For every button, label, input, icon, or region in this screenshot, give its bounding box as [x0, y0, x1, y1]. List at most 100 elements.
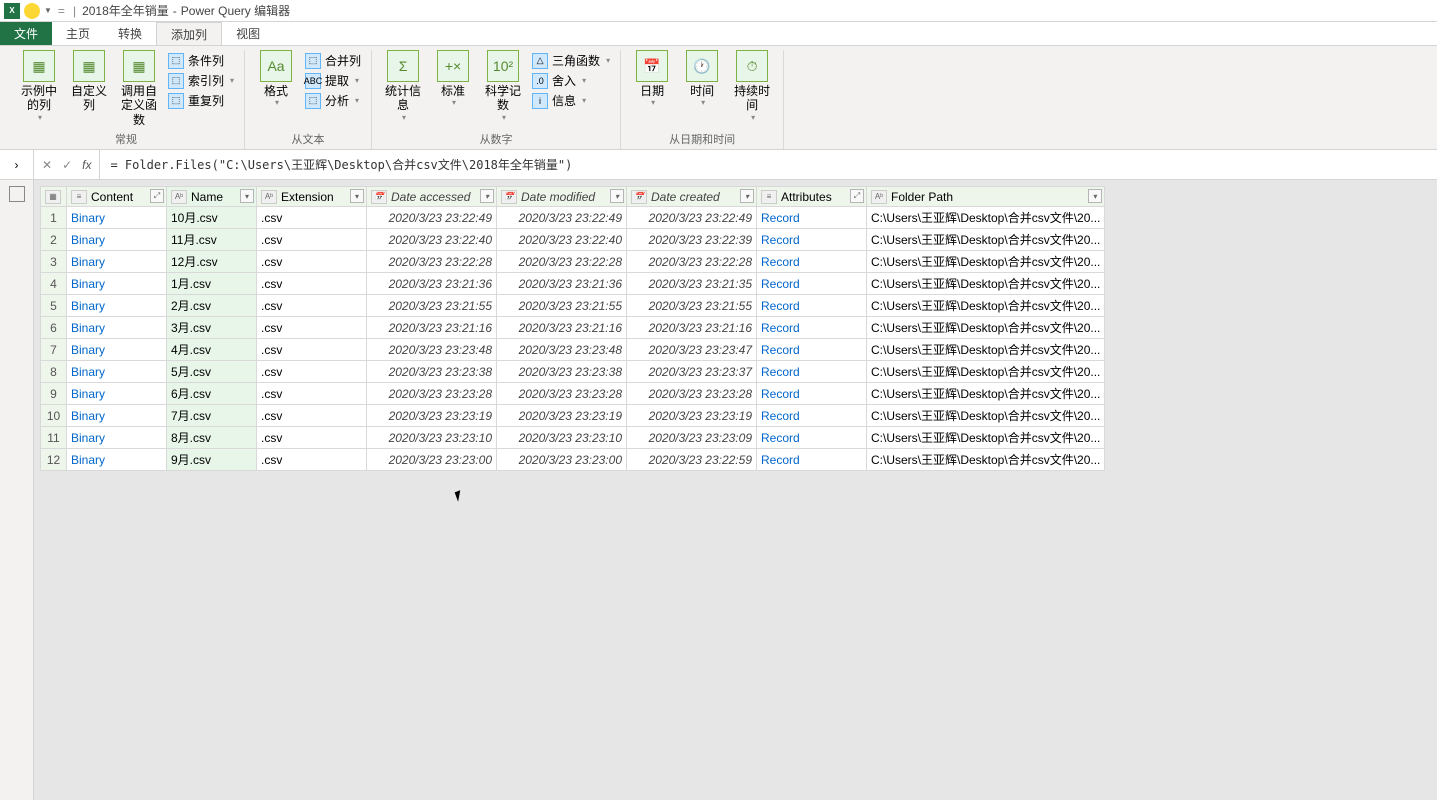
row-number[interactable]: 11 [41, 427, 67, 449]
row-number[interactable]: 9 [41, 383, 67, 405]
row-number[interactable]: 8 [41, 361, 67, 383]
cell-content[interactable]: Binary [67, 251, 167, 273]
qat-dropdown-icon[interactable]: ▼ [44, 6, 52, 15]
invoke-function-button[interactable]: ▦调用自定义函数 [118, 50, 160, 127]
cell-folder-path[interactable]: C:\Users\王亚辉\Desktop\合并csv文件\20... [867, 295, 1105, 317]
cell-date-created[interactable]: 2020/3/23 23:22:49 [627, 207, 757, 229]
cell-folder-path[interactable]: C:\Users\王亚辉\Desktop\合并csv文件\20... [867, 339, 1105, 361]
cell-folder-path[interactable]: C:\Users\王亚辉\Desktop\合并csv文件\20... [867, 405, 1105, 427]
cell-date-modified[interactable]: 2020/3/23 23:23:19 [497, 405, 627, 427]
from-examples-button[interactable]: ▦示例中的列▾ [18, 50, 60, 122]
cell-attributes[interactable]: Record [757, 339, 867, 361]
cell-date-accessed[interactable]: 2020/3/23 23:21:36 [367, 273, 497, 295]
cell-extension[interactable]: .csv [257, 251, 367, 273]
query-settings-icon[interactable] [9, 186, 25, 202]
cell-date-accessed[interactable]: 2020/3/23 23:23:48 [367, 339, 497, 361]
formula-cancel-icon[interactable]: ✕ [42, 158, 52, 172]
table-row[interactable]: 2Binary11月.csv.csv2020/3/23 23:22:402020… [41, 229, 1105, 251]
cell-date-modified[interactable]: 2020/3/23 23:23:48 [497, 339, 627, 361]
duration-button[interactable]: ⏱持续时间▾ [731, 50, 773, 122]
table-row[interactable]: 11Binary8月.csv.csv2020/3/23 23:23:102020… [41, 427, 1105, 449]
cell-extension[interactable]: .csv [257, 427, 367, 449]
cell-date-created[interactable]: 2020/3/23 23:23:28 [627, 383, 757, 405]
cell-folder-path[interactable]: C:\Users\王亚辉\Desktop\合并csv文件\20... [867, 383, 1105, 405]
col-content[interactable]: ≡Content⤢ [67, 187, 167, 207]
time-button[interactable]: 🕐时间▾ [681, 50, 723, 108]
cell-content[interactable]: Binary [67, 405, 167, 427]
row-number[interactable]: 6 [41, 317, 67, 339]
cell-date-accessed[interactable]: 2020/3/23 23:23:19 [367, 405, 497, 427]
cell-attributes[interactable]: Record [757, 317, 867, 339]
cell-content[interactable]: Binary [67, 273, 167, 295]
cell-date-created[interactable]: 2020/3/23 23:23:09 [627, 427, 757, 449]
cell-attributes[interactable]: Record [757, 273, 867, 295]
cell-name[interactable]: 1月.csv [167, 273, 257, 295]
cell-content[interactable]: Binary [67, 449, 167, 471]
cell-date-modified[interactable]: 2020/3/23 23:22:40 [497, 229, 627, 251]
cell-date-modified[interactable]: 2020/3/23 23:23:38 [497, 361, 627, 383]
cell-folder-path[interactable]: C:\Users\王亚辉\Desktop\合并csv文件\20... [867, 317, 1105, 339]
tab-transform[interactable]: 转换 [104, 22, 156, 45]
parse-button[interactable]: ⬚分析▾ [305, 92, 361, 109]
cell-date-created[interactable]: 2020/3/23 23:23:47 [627, 339, 757, 361]
cell-folder-path[interactable]: C:\Users\王亚辉\Desktop\合并csv文件\20... [867, 207, 1105, 229]
cell-date-modified[interactable]: 2020/3/23 23:23:00 [497, 449, 627, 471]
cell-name[interactable]: 10月.csv [167, 207, 257, 229]
row-number[interactable]: 5 [41, 295, 67, 317]
col-folder-path[interactable]: AᵇFolder Path▾ [867, 187, 1105, 207]
table-row[interactable]: 3Binary12月.csv.csv2020/3/23 23:22:282020… [41, 251, 1105, 273]
col-date-created[interactable]: 📅Date created▾ [627, 187, 757, 207]
rounding-button[interactable]: .0舍入▾ [532, 72, 610, 89]
col-date-modified[interactable]: 📅Date modified▾ [497, 187, 627, 207]
col-attributes[interactable]: ≡Attributes⤢ [757, 187, 867, 207]
cell-name[interactable]: 7月.csv [167, 405, 257, 427]
cell-name[interactable]: 5月.csv [167, 361, 257, 383]
tab-home[interactable]: 主页 [52, 22, 104, 45]
cell-content[interactable]: Binary [67, 361, 167, 383]
cell-extension[interactable]: .csv [257, 339, 367, 361]
table-row[interactable]: 5Binary2月.csv.csv2020/3/23 23:21:552020/… [41, 295, 1105, 317]
data-grid[interactable]: ▦ ≡Content⤢ AᵇName▾ AᵇExtension▾ 📅Date a… [34, 180, 1437, 800]
cell-content[interactable]: Binary [67, 207, 167, 229]
cell-content[interactable]: Binary [67, 383, 167, 405]
cell-attributes[interactable]: Record [757, 405, 867, 427]
cell-attributes[interactable]: Record [757, 361, 867, 383]
custom-column-button[interactable]: ▦自定义列 [68, 50, 110, 113]
cell-attributes[interactable]: Record [757, 449, 867, 471]
cell-content[interactable]: Binary [67, 295, 167, 317]
format-button[interactable]: Aa格式▾ [255, 50, 297, 108]
table-row[interactable]: 9Binary6月.csv.csv2020/3/23 23:23:282020/… [41, 383, 1105, 405]
cell-date-accessed[interactable]: 2020/3/23 23:22:28 [367, 251, 497, 273]
col-extension[interactable]: AᵇExtension▾ [257, 187, 367, 207]
cell-name[interactable]: 9月.csv [167, 449, 257, 471]
table-row[interactable]: 7Binary4月.csv.csv2020/3/23 23:23:482020/… [41, 339, 1105, 361]
merge-columns-button[interactable]: ⬚合并列 [305, 52, 361, 69]
cell-date-accessed[interactable]: 2020/3/23 23:21:16 [367, 317, 497, 339]
extract-button[interactable]: ABC提取▾ [305, 72, 361, 89]
cell-content[interactable]: Binary [67, 229, 167, 251]
filter-icon[interactable]: ▾ [740, 189, 754, 203]
cell-extension[interactable]: .csv [257, 383, 367, 405]
cell-folder-path[interactable]: C:\Users\王亚辉\Desktop\合并csv文件\20... [867, 229, 1105, 251]
table-row[interactable]: 8Binary5月.csv.csv2020/3/23 23:23:382020/… [41, 361, 1105, 383]
col-name[interactable]: AᵇName▾ [167, 187, 257, 207]
tab-view[interactable]: 视图 [222, 22, 274, 45]
cell-date-created[interactable]: 2020/3/23 23:23:37 [627, 361, 757, 383]
cell-date-accessed[interactable]: 2020/3/23 23:23:28 [367, 383, 497, 405]
cell-extension[interactable]: .csv [257, 317, 367, 339]
cell-date-modified[interactable]: 2020/3/23 23:21:16 [497, 317, 627, 339]
row-number[interactable]: 12 [41, 449, 67, 471]
tab-add-column[interactable]: 添加列 [156, 22, 222, 45]
row-number[interactable]: 7 [41, 339, 67, 361]
cell-attributes[interactable]: Record [757, 383, 867, 405]
duplicate-column-button[interactable]: ⬚重复列 [168, 92, 234, 109]
cell-date-accessed[interactable]: 2020/3/23 23:23:10 [367, 427, 497, 449]
table-row[interactable]: 4Binary1月.csv.csv2020/3/23 23:21:362020/… [41, 273, 1105, 295]
cell-date-modified[interactable]: 2020/3/23 23:21:36 [497, 273, 627, 295]
cell-attributes[interactable]: Record [757, 207, 867, 229]
cell-extension[interactable]: .csv [257, 229, 367, 251]
cell-date-modified[interactable]: 2020/3/23 23:21:55 [497, 295, 627, 317]
cell-name[interactable]: 12月.csv [167, 251, 257, 273]
cell-attributes[interactable]: Record [757, 251, 867, 273]
cell-date-modified[interactable]: 2020/3/23 23:23:10 [497, 427, 627, 449]
